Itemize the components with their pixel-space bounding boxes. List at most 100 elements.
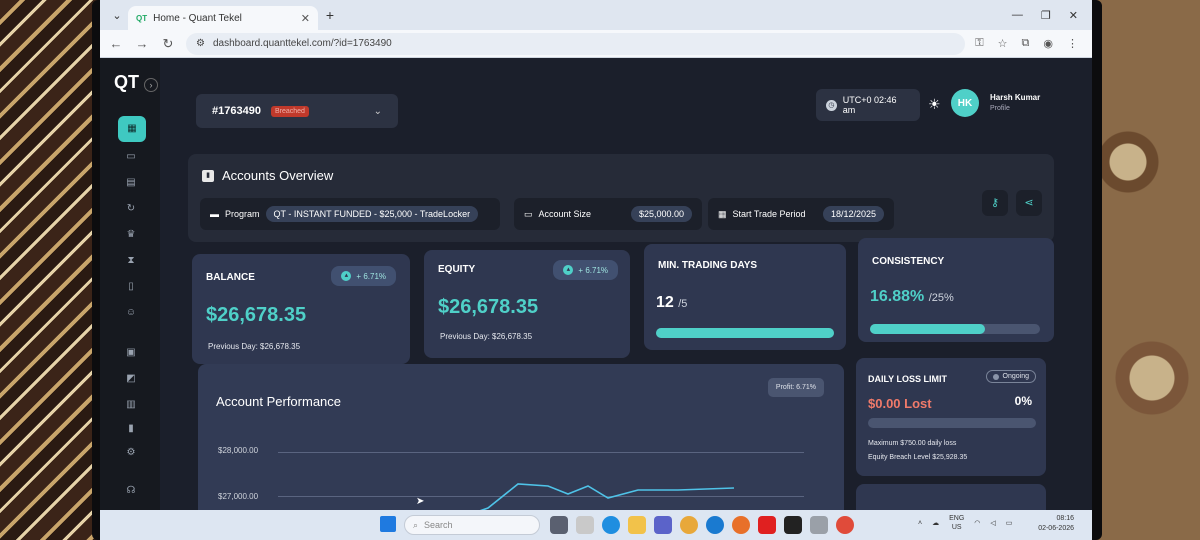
extensions-icon[interactable]: ⧉ (1022, 37, 1030, 50)
folder-icon[interactable] (628, 516, 646, 534)
taskbar-clock[interactable]: 08:16 02-06-2026 (1038, 514, 1074, 534)
hourglass-icon[interactable]: ⧗ (120, 252, 142, 270)
equity-label: EQUITY (438, 264, 476, 275)
logo: QT (114, 72, 139, 92)
account-size-info: ▭ Account Size $25,000.00 (514, 198, 702, 230)
chrome-icon[interactable] (836, 516, 854, 534)
tab-title: Home - Quant Tekel (153, 12, 242, 24)
briefcase-icon: ▬ (210, 209, 219, 219)
cloud-icon[interactable]: ☁ (932, 519, 939, 527)
balance-delta-text: + 6.71% (356, 271, 386, 281)
start-icon[interactable] (380, 516, 396, 532)
window-controls: — ❐ ✕ (1012, 9, 1092, 22)
back-icon[interactable]: ← (108, 36, 124, 51)
minimize-icon[interactable]: — (1012, 9, 1023, 22)
close-icon[interactable]: ✕ (301, 12, 310, 25)
credentials-button[interactable]: ⚷ (982, 190, 1008, 216)
status-badge: Breached (270, 105, 309, 117)
profile-icon[interactable]: ◉ (1043, 37, 1053, 50)
dashboard-icon[interactable]: ▦ (118, 116, 146, 142)
close-window-icon[interactable]: ✕ (1069, 9, 1078, 22)
copilot-icon[interactable] (680, 516, 698, 534)
browser-tabbar: ⌄ QT Home - Quant Tekel ✕ + — ❐ ✕ (100, 0, 1092, 30)
restore-icon[interactable]: ❐ (1041, 9, 1051, 22)
taskbar-search[interactable]: ⌕ Search (404, 515, 540, 535)
start-period-value: 18/12/2025 (822, 206, 884, 222)
system-tray: ˄ ☁ ENG US ◠ ◁ ▭ (918, 514, 1012, 532)
collapse-sidebar-icon[interactable]: › (144, 78, 158, 92)
account-selector[interactable]: #1763490 Breached ⌄ (196, 94, 398, 128)
key-icon[interactable]: ⚿ (975, 37, 983, 50)
loss-progress (868, 418, 1036, 428)
battery-icon[interactable]: ▭ (1006, 519, 1013, 527)
trading-days-value: 12 (656, 294, 674, 311)
refresh-icon[interactable]: ↻ (120, 200, 142, 218)
start-period-label: Start Trade Period (732, 209, 806, 219)
calendar-icon: ▦ (718, 208, 727, 219)
equity-value: $26,678.35 (438, 296, 539, 318)
screen: ⌄ QT Home - Quant Tekel ✕ + — ❐ ✕ ← → ↻ … (100, 0, 1092, 540)
clock-time: 08:16 (1056, 515, 1074, 522)
tradingview-icon[interactable] (784, 516, 802, 534)
hp-icon[interactable] (706, 516, 724, 534)
widgets-icon[interactable] (576, 516, 594, 534)
store-icon[interactable] (810, 516, 828, 534)
max-loss-note: Maximum $750.00 daily loss (868, 440, 957, 447)
reload-icon[interactable]: ↻ (160, 36, 176, 52)
teams-icon[interactable] (654, 516, 672, 534)
chevron-down-icon: ⌄ (373, 105, 382, 117)
status-text: Ongoing (1002, 373, 1029, 380)
support-icon[interactable]: ☊ (120, 482, 142, 500)
share-button[interactable]: ⋖ (1016, 190, 1042, 216)
start-period-info: ▦ Start Trade Period 18/12/2025 (708, 198, 894, 230)
address-bar-row: ← → ↻ ⚙ dashboard.quanttekel.com/?id=176… (100, 30, 1092, 58)
lang-code: ENG (949, 515, 965, 522)
volume-icon[interactable]: ◁ (990, 519, 995, 527)
account-size-value: $25,000.00 (630, 206, 692, 222)
card-icon: ▭ (524, 208, 533, 219)
url-field[interactable]: ⚙ dashboard.quanttekel.com/?id=1763490 (186, 32, 966, 55)
star-icon[interactable]: ☆ (998, 37, 1008, 50)
edge-icon[interactable] (602, 516, 620, 534)
firefox-icon[interactable] (732, 516, 750, 534)
program-info: ▬ Program QT - INSTANT FUNDED - $25,000 … (200, 198, 500, 230)
tab-favicon: QT (136, 13, 148, 23)
search-icon: ⌕ (413, 519, 419, 530)
browser-toolbar: ⚿ ☆ ⧉ ◉ ⋮ (975, 37, 1084, 50)
task-view-icon[interactable] (550, 516, 568, 534)
user-icon[interactable]: ☺ (120, 304, 142, 322)
trophy-icon[interactable]: ♛ (120, 226, 142, 244)
file-icon[interactable]: ▮ (120, 420, 142, 438)
forward-icon[interactable]: → (134, 36, 150, 51)
calendar-icon[interactable]: ▥ (120, 396, 142, 414)
clock-date: 02-06-2026 (1038, 525, 1074, 532)
chart-icon[interactable]: ▣ (120, 344, 142, 362)
tab-list-chevron-icon[interactable]: ⌄ (106, 5, 128, 25)
chevron-up-icon[interactable]: ˄ (918, 520, 922, 527)
certificate-icon[interactable]: ◩ (120, 370, 142, 388)
language-indicator[interactable]: ENG US (949, 514, 964, 532)
new-tab-button[interactable]: + (318, 7, 342, 23)
browser-tab[interactable]: QT Home - Quant Tekel ✕ (128, 6, 318, 30)
trading-days-figure: 12 /5 (656, 294, 687, 312)
profile-link[interactable]: Profile (990, 105, 1010, 112)
wifi-icon[interactable]: ◠ (974, 519, 980, 527)
settings-icon[interactable]: ⚙ (120, 444, 142, 462)
avatar[interactable]: HK (951, 89, 979, 117)
search-placeholder: Search (424, 520, 453, 530)
user-name[interactable]: Harsh Kumar (990, 93, 1040, 102)
consistency-card: CONSISTENCY 16.88% /25% (858, 238, 1054, 342)
wallet-icon[interactable]: ▭ (120, 148, 142, 166)
menu-icon[interactable]: ⋮ (1067, 37, 1078, 50)
accounts-icon[interactable]: ▤ (120, 174, 142, 192)
theme-toggle-icon[interactable]: ☀ (928, 96, 941, 113)
taskbar: ⌕ Search ˄ ☁ ENG US ◠ ◁ ▭ 08:16 02-06-20… (100, 510, 1092, 540)
consistency-target: /25% (928, 292, 954, 304)
document-icon[interactable]: ▯ (120, 278, 142, 296)
consistency-figure: 16.88% /25% (870, 288, 954, 306)
sidebar: QT › ▦ ▭ ▤ ↻ ♛ ⧗ ▯ ☺ ▣ ◩ ▥ ▮ ⚙ ☊ ◎ (100, 58, 160, 522)
trading-days-label: MIN. TRADING DAYS (658, 260, 758, 271)
site-info-icon[interactable]: ⚙ (196, 38, 205, 49)
youtube-icon[interactable] (758, 516, 776, 534)
clock-icon: ◷ (826, 99, 837, 111)
